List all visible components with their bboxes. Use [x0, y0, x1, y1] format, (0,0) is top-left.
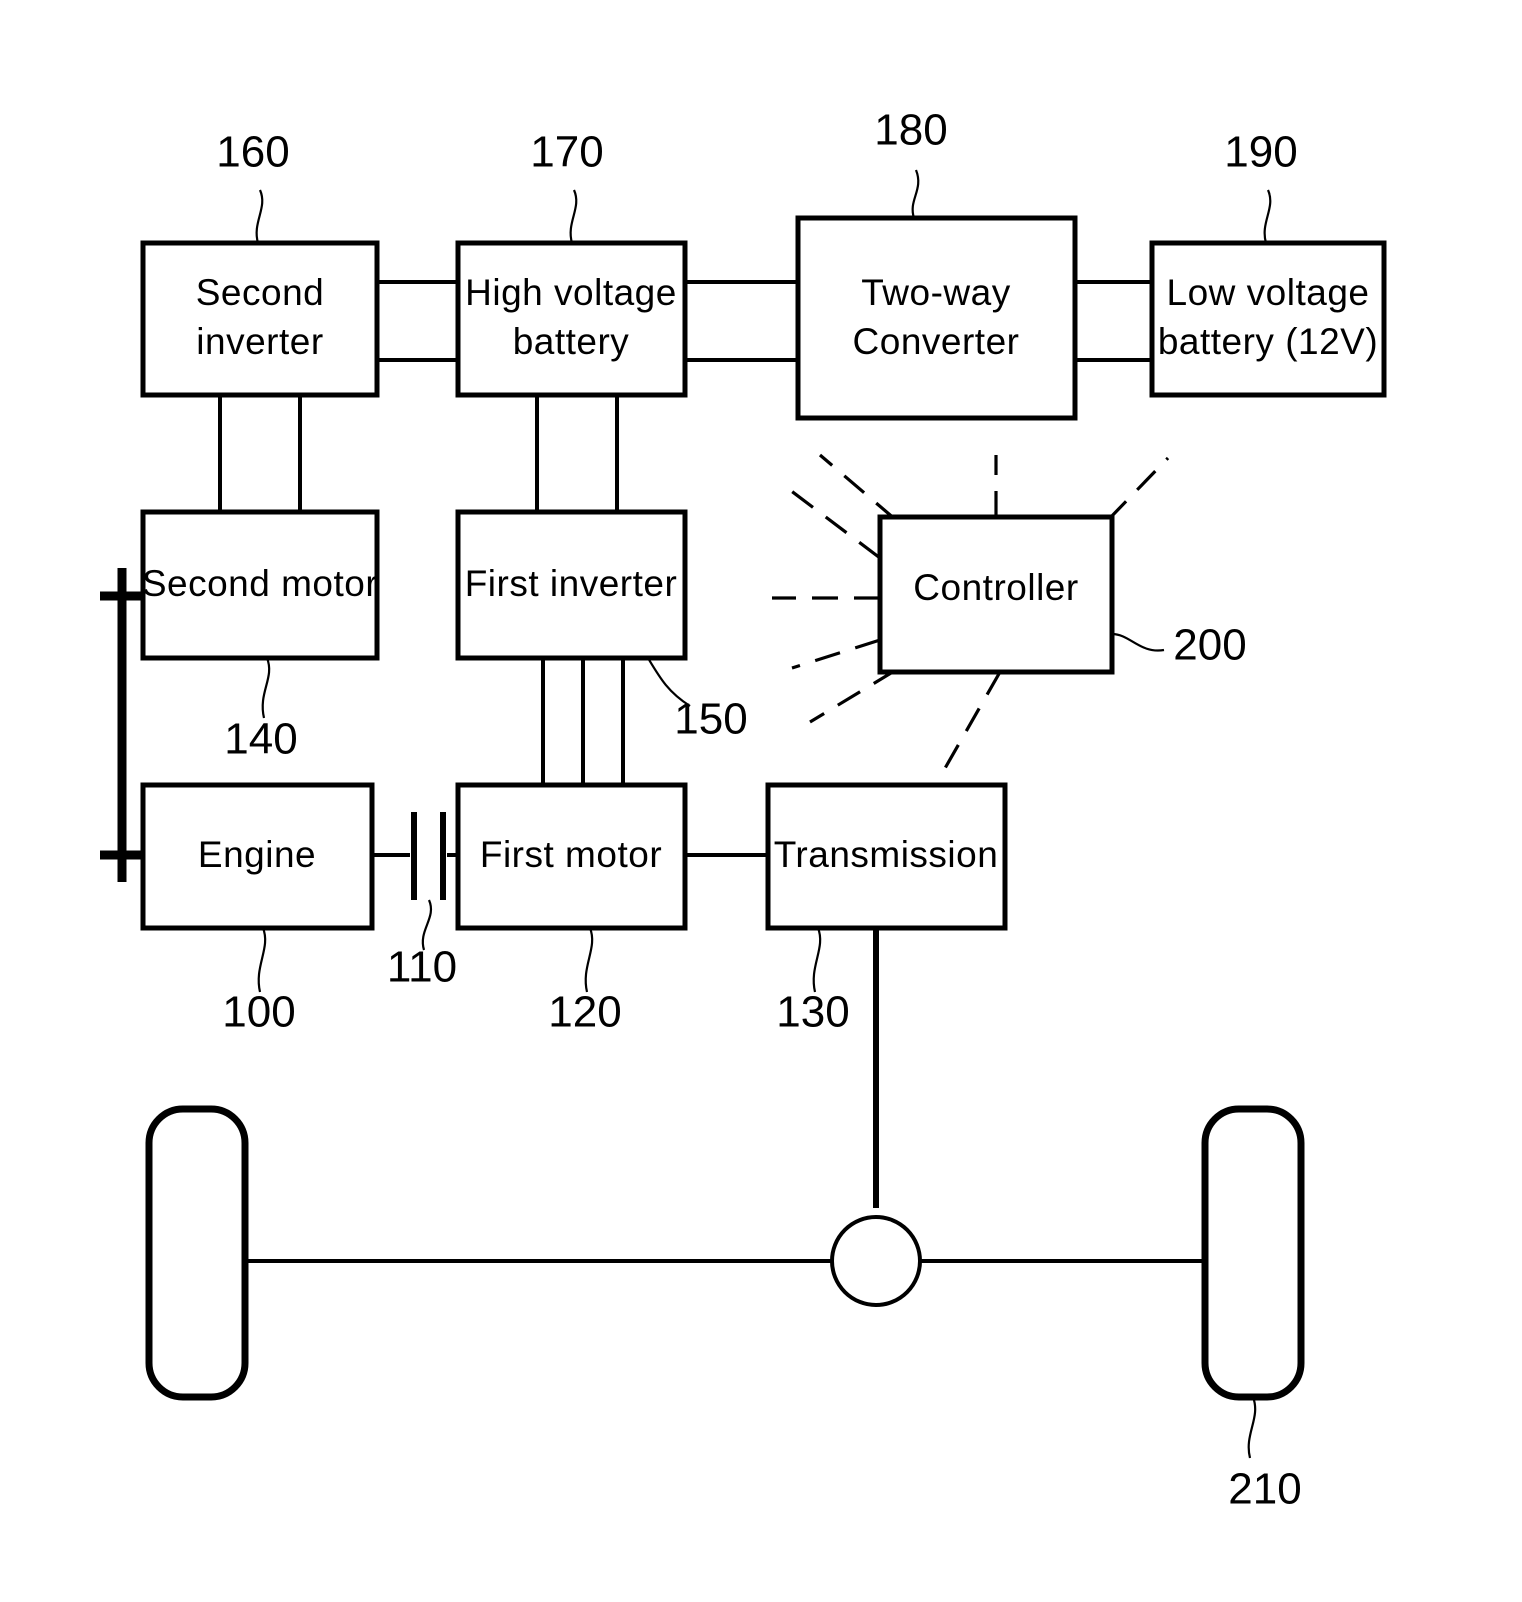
- label-second-inverter-line2: inverter: [196, 321, 323, 362]
- ref-number-140: 140: [224, 715, 297, 764]
- label-transmission: Transmission: [774, 834, 999, 875]
- leader-130: [812, 927, 822, 993]
- ref-number-190: 190: [1224, 128, 1297, 177]
- label-second-motor: Second motor: [142, 563, 378, 604]
- ref-number-150: 150: [674, 695, 747, 744]
- label-engine: Engine: [198, 834, 316, 875]
- leader-140: [261, 657, 271, 719]
- ref-number-110: 110: [387, 943, 457, 992]
- label-first-inverter: First inverter: [465, 563, 678, 604]
- patent-figure: Second inverter High voltage battery Two…: [0, 0, 1522, 1602]
- leader-190: [1263, 189, 1272, 244]
- label-low-voltage-battery-line1: Low voltage: [1167, 272, 1370, 313]
- leader-200: [1111, 632, 1165, 652]
- leader-160: [255, 189, 264, 244]
- ref-number-100: 100: [222, 988, 295, 1037]
- wheel-right: [1201, 1105, 1305, 1401]
- block-high-voltage-battery[interactable]: [455, 240, 688, 398]
- wire-hv-battery-to-converter: [685, 280, 798, 362]
- wire-first-inverter-to-first-motor: [541, 658, 625, 785]
- block-second-inverter[interactable]: [140, 240, 380, 398]
- label-low-voltage-battery-line2: battery (12V): [1158, 321, 1378, 362]
- diagram-canvas: Second inverter High voltage battery Two…: [100, 106, 1387, 1514]
- shaft-engine-to-first-motor: [372, 812, 458, 900]
- leader-120: [584, 927, 594, 993]
- ref-number-210: 210: [1228, 1465, 1301, 1514]
- wire-second-inverter-to-hv-battery: [377, 280, 458, 362]
- label-controller: Controller: [913, 567, 1078, 608]
- label-high-voltage-battery-line2: battery: [513, 321, 630, 362]
- label-two-way-converter-line2: Converter: [853, 321, 1020, 362]
- ref-number-180: 180: [874, 106, 947, 155]
- leader-170: [569, 189, 578, 244]
- ref-number-130: 130: [776, 988, 849, 1037]
- differential-icon: [830, 1215, 922, 1307]
- label-first-motor: First motor: [480, 834, 662, 875]
- ref-number-120: 120: [548, 988, 621, 1037]
- leader-180: [911, 169, 920, 219]
- wire-hv-battery-to-first-inverter: [535, 395, 619, 512]
- label-second-inverter-line1: Second: [196, 272, 325, 313]
- wheel-left: [145, 1105, 249, 1401]
- ref-number-170: 170: [530, 128, 603, 177]
- ref-number-160: 160: [216, 128, 289, 177]
- leader-100: [257, 927, 267, 993]
- block-low-voltage-battery[interactable]: [1149, 240, 1387, 398]
- label-two-way-converter-line1: Two-way: [861, 272, 1010, 313]
- leader-210: [1247, 1396, 1257, 1459]
- label-high-voltage-battery-line1: High voltage: [465, 272, 677, 313]
- ref-number-200: 200: [1173, 621, 1246, 670]
- block-two-way-converter[interactable]: [795, 215, 1078, 421]
- wire-converter-to-lv-battery: [1075, 280, 1152, 362]
- wire-second-inverter-to-second-motor: [218, 395, 302, 512]
